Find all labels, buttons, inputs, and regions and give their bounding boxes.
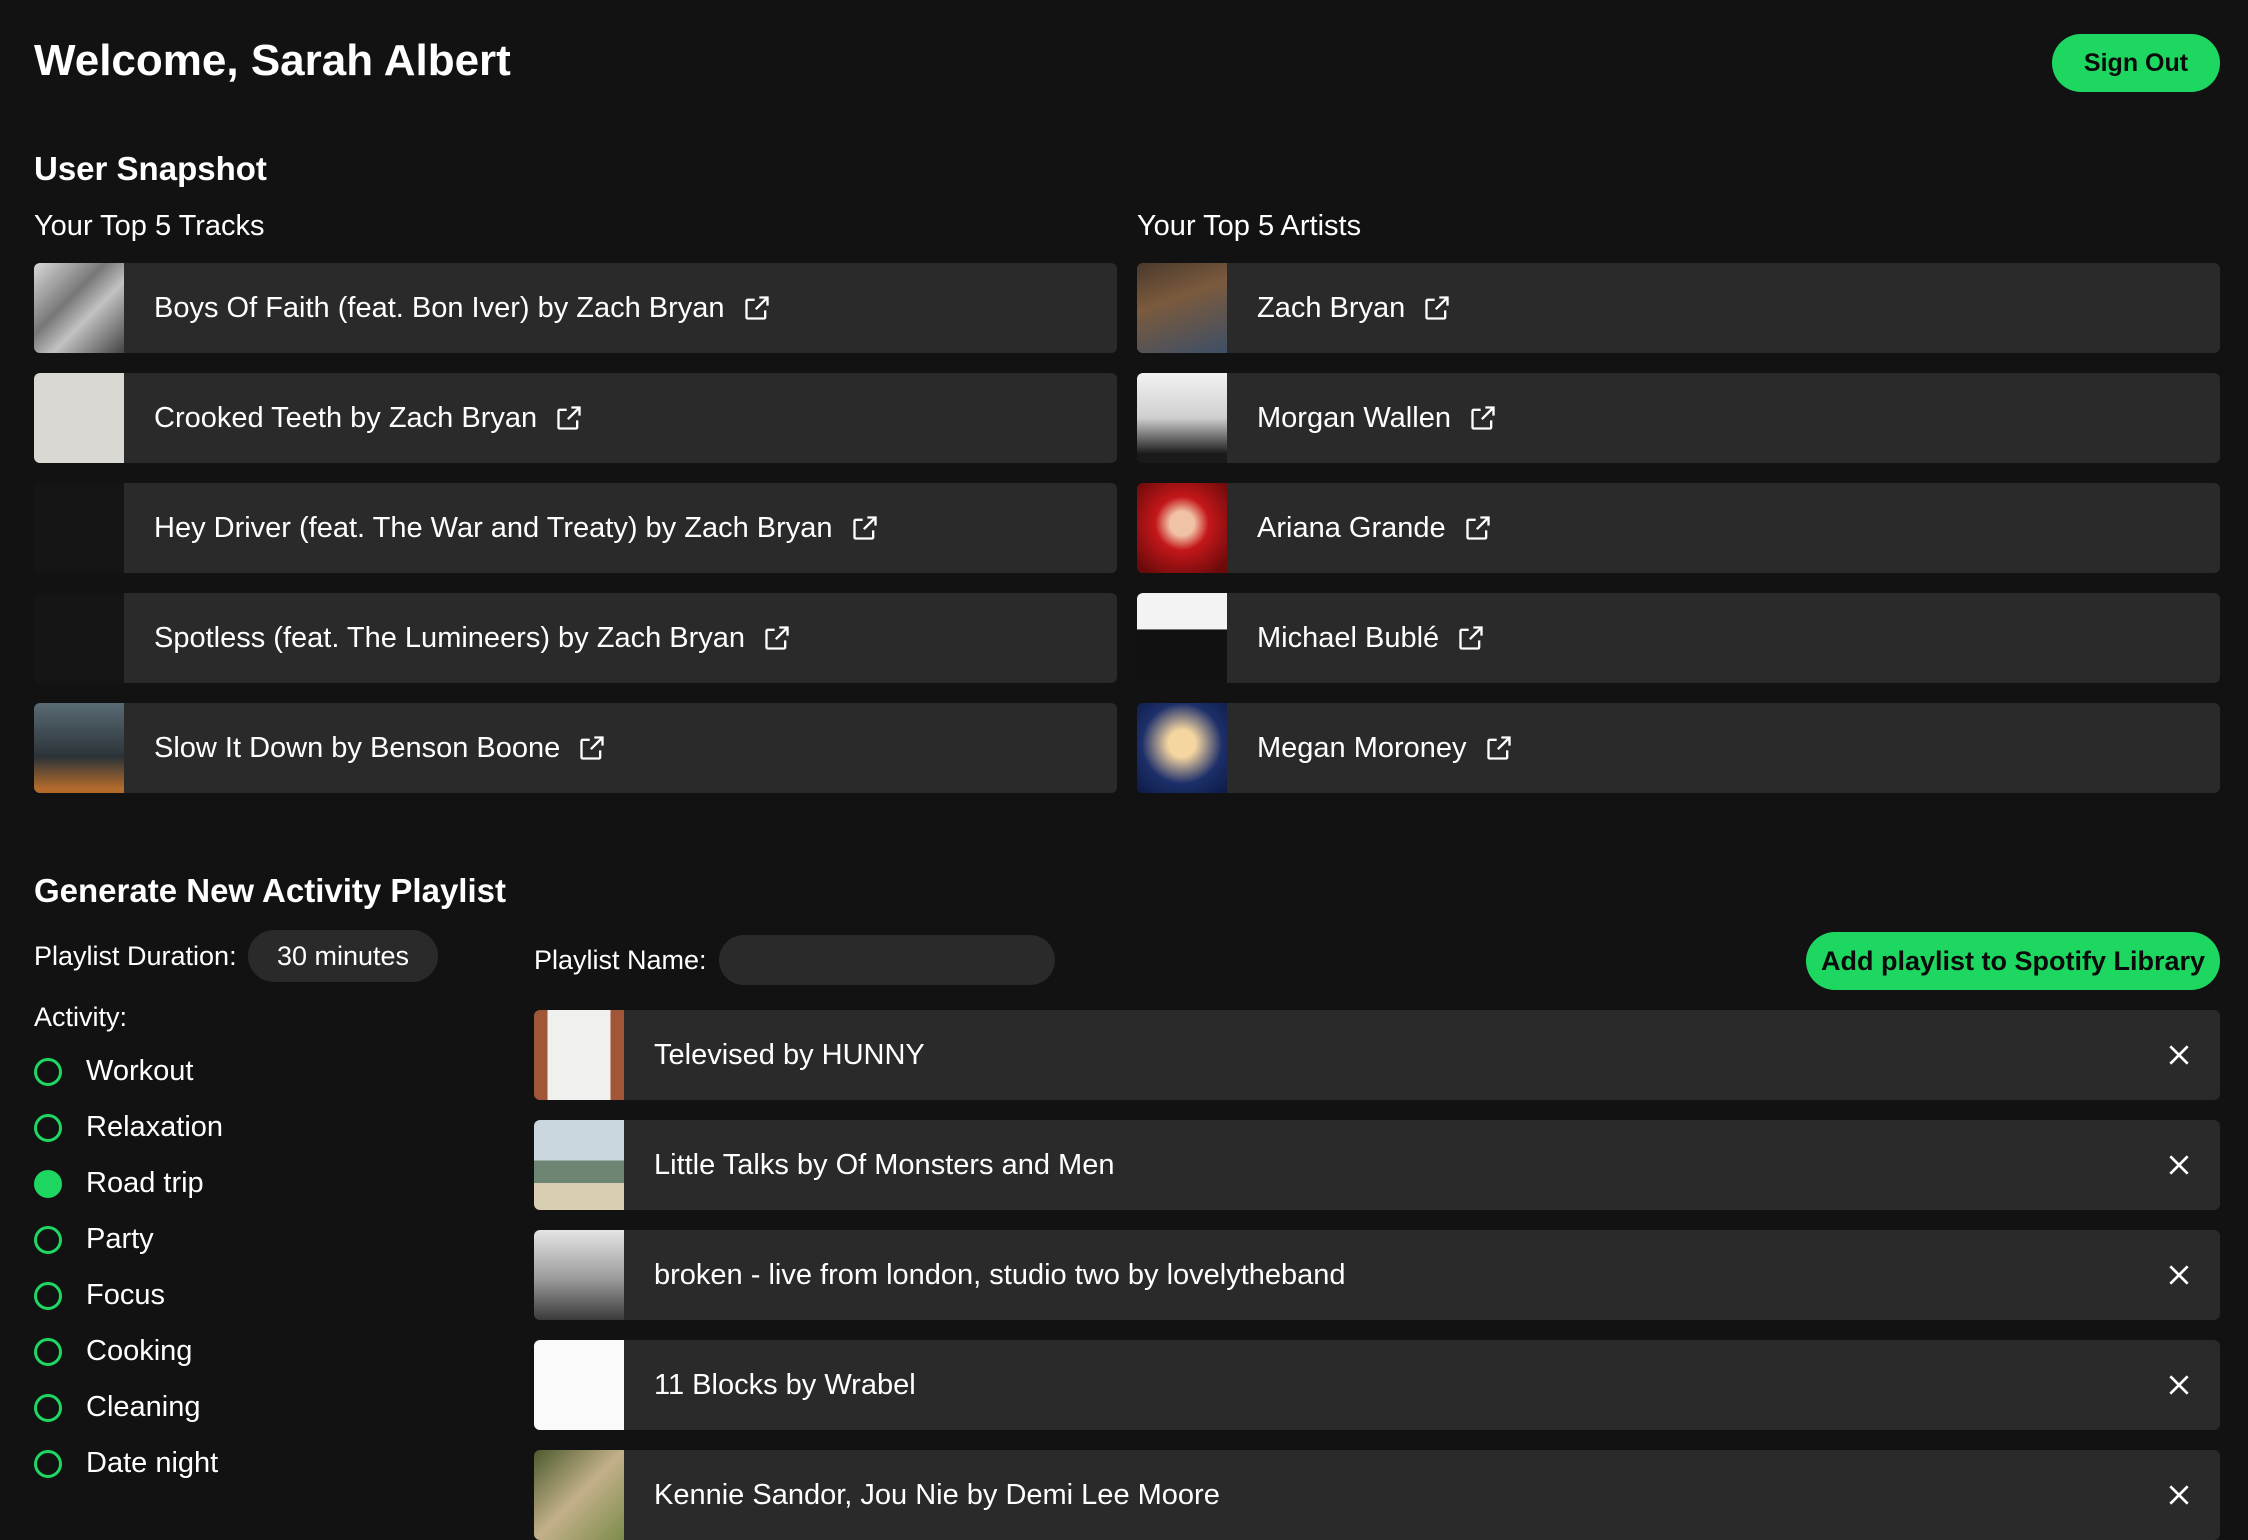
- playlist-track-row: 11 Blocks by Wrabel: [534, 1340, 2220, 1430]
- top-tracks-title: Your Top 5 Tracks: [34, 210, 265, 242]
- track-label: Kennie Sandor, Jou Nie by Demi Lee Moore: [654, 1478, 1220, 1511]
- activity-option-label: Road trip: [86, 1167, 204, 1199]
- close-icon[interactable]: [2166, 1230, 2192, 1320]
- playlist-duration-select[interactable]: 30 minutes: [248, 930, 438, 982]
- track-label: broken - live from london, studio two by…: [654, 1258, 1346, 1291]
- artist-photo: [1137, 593, 1227, 683]
- album-art-thumbnail: [34, 263, 124, 353]
- close-icon[interactable]: [2166, 1120, 2192, 1210]
- album-art-thumbnail: [534, 1340, 624, 1430]
- artist-photo: [1137, 483, 1227, 573]
- top-track-item[interactable]: Crooked Teeth by Zach Bryan: [34, 373, 1117, 463]
- activity-option-cleaning[interactable]: Cleaning: [34, 1391, 200, 1424]
- activity-option-label: Focus: [86, 1279, 165, 1311]
- top-artists-title: Your Top 5 Artists: [1137, 210, 1362, 242]
- activity-option-workout[interactable]: Workout: [34, 1055, 193, 1088]
- sign-out-button[interactable]: Sign Out: [2052, 34, 2220, 92]
- close-icon[interactable]: [2166, 1010, 2192, 1100]
- artist-label: Zach Bryan: [1257, 291, 1406, 324]
- close-icon[interactable]: [2166, 1450, 2192, 1540]
- radio-button[interactable]: [34, 1113, 62, 1142]
- activity-option-label: Relaxation: [86, 1111, 224, 1143]
- track-label: 11 Blocks by Wrabel: [654, 1368, 916, 1401]
- top-artist-item[interactable]: Megan Moroney: [1137, 703, 2220, 793]
- track-label: Spotless (feat. The Lumineers) by Zach B…: [154, 621, 746, 654]
- external-link-icon[interactable]: [1469, 404, 1497, 432]
- activity-option-label: Cleaning: [86, 1391, 201, 1423]
- activity-option-label: Date night: [86, 1447, 219, 1479]
- external-link-icon[interactable]: [1464, 514, 1492, 542]
- external-link-icon[interactable]: [1457, 624, 1485, 652]
- album-art-thumbnail: [534, 1120, 624, 1210]
- section-title-generate-playlist: Generate New Activity Playlist: [34, 872, 506, 909]
- album-art-thumbnail: [34, 373, 124, 463]
- activity-option-label: Workout: [86, 1055, 194, 1087]
- top-track-item[interactable]: Slow It Down by Benson Boone: [34, 703, 1117, 793]
- track-label: Little Talks by Of Monsters and Men: [654, 1148, 1115, 1181]
- top-artist-item[interactable]: Michael Bublé: [1137, 593, 2220, 683]
- artist-label: Michael Bublé: [1257, 621, 1440, 654]
- track-label: Crooked Teeth by Zach Bryan: [154, 401, 538, 434]
- radio-button[interactable]: [34, 1057, 62, 1086]
- radio-button-selected[interactable]: [34, 1169, 62, 1198]
- activity-option-road-trip[interactable]: Road trip: [34, 1167, 204, 1200]
- playlist-name-input[interactable]: [719, 935, 1055, 985]
- playlist-track-row: Little Talks by Of Monsters and Men: [534, 1120, 2220, 1210]
- activity-label: Activity:: [34, 1002, 128, 1032]
- section-title-user-snapshot: User Snapshot: [34, 150, 267, 187]
- radio-button[interactable]: [34, 1337, 62, 1366]
- album-art-thumbnail: [34, 593, 124, 683]
- activity-option-relaxation[interactable]: Relaxation: [34, 1111, 223, 1144]
- artist-label: Morgan Wallen: [1257, 401, 1451, 434]
- external-link-icon[interactable]: [1423, 294, 1451, 322]
- track-label: Boys Of Faith (feat. Bon Iver) by Zach B…: [154, 291, 725, 324]
- activity-option-date-night[interactable]: Date night: [34, 1447, 218, 1480]
- artist-label: Ariana Grande: [1257, 511, 1446, 544]
- playlist-name-label: Playlist Name:: [534, 945, 707, 975]
- album-art-thumbnail: [534, 1010, 624, 1100]
- radio-button[interactable]: [34, 1449, 62, 1478]
- top-track-item[interactable]: Hey Driver (feat. The War and Treaty) by…: [34, 483, 1117, 573]
- activity-option-cooking[interactable]: Cooking: [34, 1335, 192, 1368]
- album-art-thumbnail: [34, 483, 124, 573]
- top-track-item[interactable]: Boys Of Faith (feat. Bon Iver) by Zach B…: [34, 263, 1117, 353]
- album-art-thumbnail: [34, 703, 124, 793]
- artist-photo: [1137, 263, 1227, 353]
- artist-photo: [1137, 703, 1227, 793]
- playlist-duration-label: Playlist Duration:: [34, 941, 237, 971]
- playlist-track-row: Kennie Sandor, Jou Nie by Demi Lee Moore: [534, 1450, 2220, 1540]
- track-label: Slow It Down by Benson Boone: [154, 731, 561, 764]
- top-artist-item[interactable]: Morgan Wallen: [1137, 373, 2220, 463]
- external-link-icon[interactable]: [555, 404, 583, 432]
- radio-button[interactable]: [34, 1393, 62, 1422]
- album-art-thumbnail: [534, 1450, 624, 1540]
- external-link-icon[interactable]: [1485, 734, 1513, 762]
- track-label: Televised by HUNNY: [654, 1038, 925, 1071]
- close-icon[interactable]: [2166, 1340, 2192, 1430]
- album-art-thumbnail: [534, 1230, 624, 1320]
- external-link-icon[interactable]: [743, 294, 771, 322]
- artist-photo: [1137, 373, 1227, 463]
- artist-label: Megan Moroney: [1257, 731, 1467, 764]
- add-playlist-button[interactable]: Add playlist to Spotify Library: [1806, 932, 2220, 990]
- activity-option-party[interactable]: Party: [34, 1223, 154, 1256]
- playlist-track-row: broken - live from london, studio two by…: [534, 1230, 2220, 1320]
- activity-option-focus[interactable]: Focus: [34, 1279, 165, 1312]
- playlist-track-row: Televised by HUNNY: [534, 1010, 2220, 1100]
- external-link-icon[interactable]: [763, 624, 791, 652]
- top-artist-item[interactable]: Ariana Grande: [1137, 483, 2220, 573]
- external-link-icon[interactable]: [851, 514, 879, 542]
- welcome-title: Welcome, Sarah Albert: [34, 36, 511, 85]
- radio-button[interactable]: [34, 1281, 62, 1310]
- track-label: Hey Driver (feat. The War and Treaty) by…: [154, 511, 833, 544]
- radio-button[interactable]: [34, 1225, 62, 1254]
- activity-option-label: Cooking: [86, 1335, 193, 1367]
- external-link-icon[interactable]: [578, 734, 606, 762]
- top-artist-item[interactable]: Zach Bryan: [1137, 263, 2220, 353]
- top-track-item[interactable]: Spotless (feat. The Lumineers) by Zach B…: [34, 593, 1117, 683]
- activity-option-label: Party: [86, 1223, 154, 1255]
